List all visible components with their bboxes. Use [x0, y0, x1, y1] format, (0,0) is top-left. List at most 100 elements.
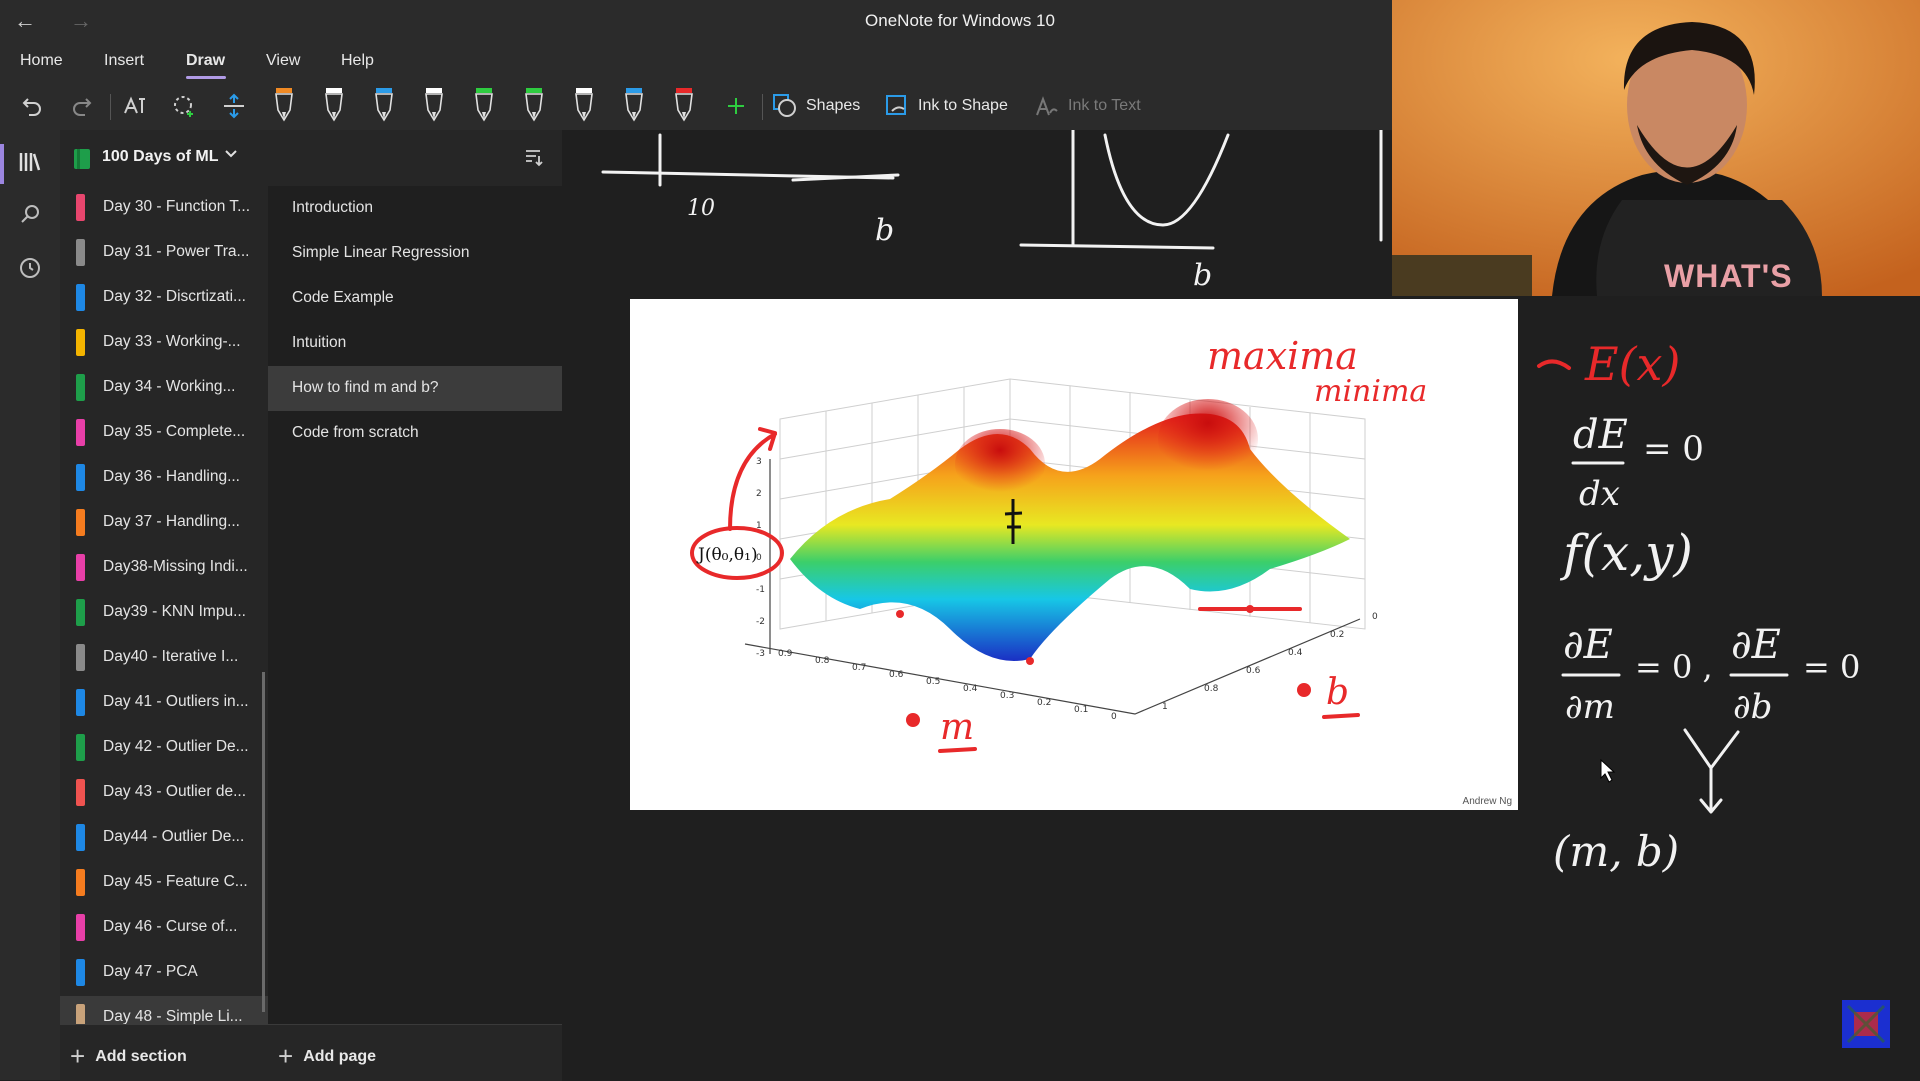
ink-arrow — [728, 427, 777, 531]
channel-logo-icon — [1842, 1000, 1890, 1048]
section-label: Day 30 - Function T... — [103, 198, 251, 215]
ink-to-shape-button[interactable]: Ink to Shape — [884, 90, 1014, 122]
page-label: Introduction — [292, 199, 373, 216]
ink-to-text-label: Ink to Text — [1068, 97, 1141, 114]
notebook-title[interactable]: 100 Days of ML — [102, 148, 218, 166]
section-label: Day 42 - Outlier De... — [103, 738, 249, 755]
section-item[interactable]: Day 35 - Complete... — [60, 411, 268, 456]
add-section-button[interactable]: + Add section — [70, 1041, 187, 1072]
pen-icon[interactable] — [618, 88, 650, 122]
section-label: Day 47 - PCA — [103, 963, 198, 980]
ink-to-shape-label: Ink to Shape — [918, 97, 1008, 114]
recent-icon[interactable] — [14, 252, 46, 284]
add-pen-icon[interactable] — [720, 90, 752, 122]
axis-tick-label: -2 — [756, 617, 765, 627]
menu-help[interactable]: Help — [341, 52, 374, 70]
section-item[interactable]: Day44 - Outlier De... — [60, 816, 268, 861]
section-item[interactable]: Day 46 - Curse of... — [60, 906, 268, 951]
notebook-header: 100 Days of ML — [60, 130, 562, 187]
navigation-rail — [0, 130, 60, 1080]
pen-icon[interactable] — [368, 88, 400, 122]
rail-active-indicator — [0, 144, 4, 184]
pen-icon[interactable] — [418, 88, 450, 122]
add-space-icon[interactable] — [218, 90, 250, 122]
pen-icon[interactable] — [318, 88, 350, 122]
section-label: Day44 - Outlier De... — [103, 828, 245, 845]
menu-draw[interactable]: Draw — [186, 52, 225, 70]
axis-tick-label: 1 — [1162, 702, 1168, 712]
redo-icon[interactable] — [66, 90, 98, 122]
ink-text-b: b — [1193, 258, 1212, 293]
axis-tick-label: 0.5 — [926, 677, 940, 687]
section-item[interactable]: Day 41 - Outliers in... — [60, 681, 268, 726]
axis-tick-label: 0.6 — [1246, 666, 1261, 676]
ink-text-minima: minima — [1314, 374, 1427, 409]
chevron-down-icon[interactable] — [224, 146, 238, 165]
pen-icon[interactable] — [668, 88, 700, 122]
pen-icon[interactable] — [468, 88, 500, 122]
page-item[interactable]: Simple Linear Regression — [268, 231, 562, 276]
menu-bar: Home Insert Draw View Help — [0, 42, 1392, 82]
pen-icon[interactable] — [518, 88, 550, 122]
ink-dot — [1297, 683, 1311, 697]
section-item[interactable]: Day 45 - Feature C... — [60, 861, 268, 906]
type-select-icon[interactable] — [118, 90, 150, 122]
ink-text-db: ∂b — [1733, 687, 1772, 727]
page-item[interactable]: Introduction — [268, 186, 562, 231]
ink-text-de: dE — [1573, 412, 1628, 458]
embedded-slide-image[interactable]: 3 2 1 0 -1 -2 -3 0.9 0.8 0.7 0.6 0.5 0.4 0.3 0.2 0.1 0 … — [630, 299, 1518, 810]
axis-tick-label: 0.2 — [1037, 698, 1051, 708]
ink-to-text-button[interactable]: Ink to Text — [1034, 90, 1154, 122]
section-item[interactable]: Day38-Missing Indi... — [60, 546, 268, 591]
section-item[interactable]: Day40 - Iterative I... — [60, 636, 268, 681]
section-item[interactable]: Day 30 - Function T... — [60, 186, 268, 231]
ink-dot — [1026, 657, 1034, 665]
axis-tick-label: 0.4 — [1288, 648, 1303, 658]
menu-view[interactable]: View — [266, 52, 300, 70]
slide-credit: Andrew Ng — [1462, 796, 1512, 807]
section-item[interactable]: Day 34 - Working... — [60, 366, 268, 411]
section-item[interactable]: Day 36 - Handling... — [60, 456, 268, 501]
shapes-button[interactable]: Shapes — [772, 90, 868, 122]
right-notes: E(x) dE dx = 0 f(x,y) ∂E ∂m = 0 , ∂E ∂b … — [1537, 337, 1860, 876]
section-item[interactable]: Day 47 - PCA — [60, 951, 268, 996]
section-item[interactable]: Day 43 - Outlier de... — [60, 771, 268, 816]
axis-tick-label: 0.7 — [852, 663, 866, 673]
ink-text-fxy: f(x,y) — [1559, 524, 1693, 582]
bottom-bar: + Add section + Add page — [60, 1024, 562, 1081]
menu-insert[interactable]: Insert — [104, 52, 144, 70]
axis-tick-label: 0.6 — [889, 670, 904, 680]
ink-dot — [1246, 605, 1254, 613]
sections-scrollbar[interactable] — [262, 672, 265, 1012]
undo-icon[interactable] — [16, 90, 48, 122]
page-item[interactable]: Code from scratch — [268, 411, 562, 456]
lasso-select-icon[interactable] — [168, 90, 200, 122]
pen-icon[interactable] — [568, 88, 600, 122]
page-item[interactable]: How to find m and b? — [268, 366, 562, 411]
section-item[interactable]: Day 31 - Power Tra... — [60, 231, 268, 276]
section-item[interactable]: Day 32 - Discrtizati... — [60, 276, 268, 321]
axis-tick-label: 0.1 — [1074, 705, 1088, 715]
section-color-tab — [76, 779, 85, 806]
add-page-button[interactable]: + Add page — [278, 1041, 376, 1072]
ink-underline — [1322, 713, 1360, 719]
section-label: Day 43 - Outlier de... — [103, 783, 247, 800]
section-item[interactable]: Day 33 - Working-... — [60, 321, 268, 366]
page-item[interactable]: Code Example — [268, 276, 562, 321]
menu-home[interactable]: Home — [20, 52, 63, 70]
page-item[interactable]: Intuition — [268, 321, 562, 366]
toolbar-separator — [762, 94, 763, 120]
sort-icon[interactable] — [522, 146, 544, 173]
section-item[interactable]: Day 48 - Simple Li... — [60, 996, 268, 1024]
axis-tick-label: 0.4 — [963, 684, 978, 694]
ink-text-eq0: = 0 — [1643, 429, 1704, 469]
section-item[interactable]: Day 42 - Outlier De... — [60, 726, 268, 771]
section-label: Day 48 - Simple Li... — [103, 1008, 243, 1024]
search-icon[interactable] — [14, 198, 46, 230]
ink-text-b: b — [875, 213, 894, 248]
highlighter-icon[interactable] — [268, 88, 300, 122]
section-item[interactable]: Day39 - KNN Impu... — [60, 591, 268, 636]
section-label: Day 31 - Power Tra... — [103, 243, 250, 260]
section-item[interactable]: Day 37 - Handling... — [60, 501, 268, 546]
notebooks-icon[interactable] — [14, 146, 46, 178]
